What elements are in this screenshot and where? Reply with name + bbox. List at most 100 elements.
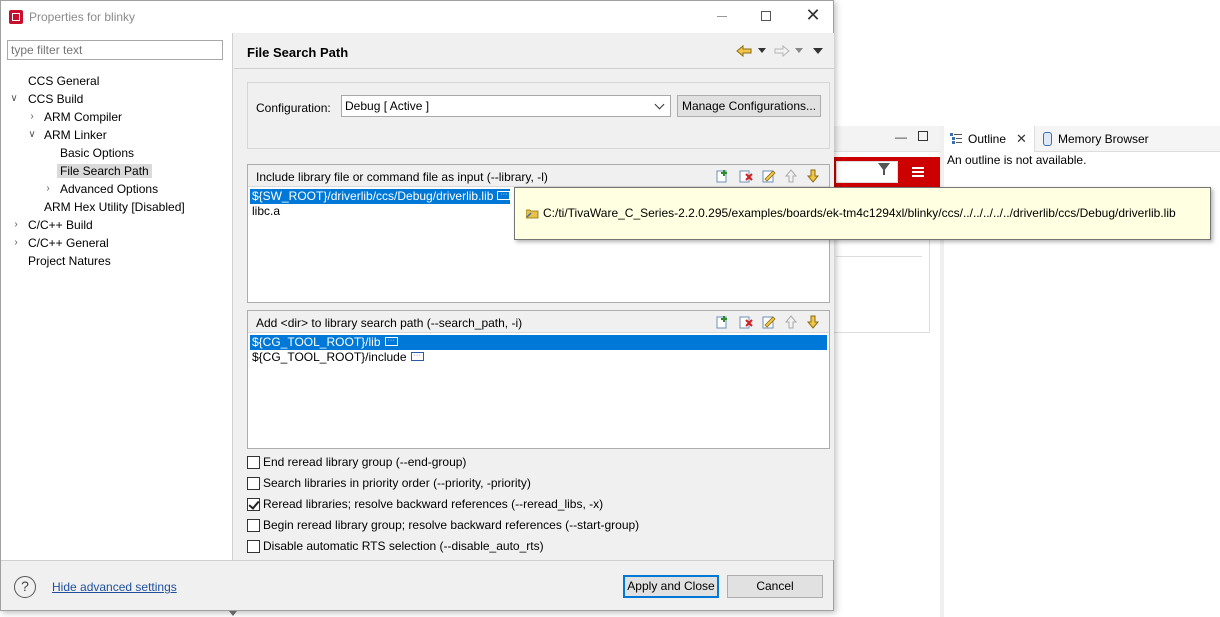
help-icon[interactable]: ? — [14, 576, 36, 598]
forward-arrow-icon[interactable] — [774, 43, 790, 59]
background-maximize-button[interactable] — [918, 131, 928, 141]
list-item-text: libc.a — [252, 204, 281, 218]
tree-item-label: CCS Build — [28, 92, 84, 106]
tree-item-label: ARM Compiler — [44, 110, 123, 124]
checkbox-label: Begin reread library group; resolve back… — [263, 518, 640, 532]
tree-item-label: C/C++ Build — [28, 218, 93, 232]
more-icon[interactable]: ··· — [410, 352, 424, 362]
checkbox[interactable] — [247, 540, 260, 553]
page-header: File Search Path — [234, 33, 834, 69]
tree-item-arm-linker[interactable]: ∨ ARM Linker — [28, 126, 110, 144]
move-down-icon[interactable] — [806, 315, 820, 329]
tree-item-arm-hex-utility[interactable]: ARM Hex Utility [Disabled] — [41, 198, 188, 216]
close-icon[interactable]: ✕ — [1016, 131, 1027, 147]
chevron-right-icon[interactable]: › — [43, 180, 53, 198]
tree-item-basic-options[interactable]: Basic Options — [57, 144, 137, 162]
checkbox-label: Search libraries in priority order (--pr… — [263, 476, 531, 490]
edit-icon[interactable] — [762, 315, 776, 329]
memory-browser-icon — [1043, 132, 1052, 146]
linked-folder-icon — [526, 209, 539, 219]
forward-dropdown-icon[interactable] — [795, 48, 803, 53]
close-button[interactable]: ✕ — [803, 5, 823, 26]
chevron-down-icon[interactable]: ∨ — [9, 90, 19, 108]
configuration-select[interactable]: Debug [ Active ] — [341, 95, 671, 117]
list-item[interactable]: ${SW_ROOT}/driverlib/ccs/Debug/driverlib… — [250, 189, 511, 204]
tab-memory-browser[interactable]: Memory Browser — [1058, 132, 1149, 146]
list-item[interactable]: libc.a — [250, 204, 280, 219]
delete-icon[interactable] — [739, 169, 753, 183]
chevron-down-icon — [654, 99, 665, 110]
list-item[interactable]: ${CG_TOOL_ROOT}/include ··· — [250, 350, 424, 365]
add-icon[interactable] — [716, 169, 730, 183]
checkbox-label: Disable automatic RTS selection (--disab… — [263, 539, 544, 553]
hamburger-menu-icon[interactable] — [912, 167, 924, 177]
outline-icon — [950, 133, 962, 144]
checkbox-label: Reread libraries; resolve backward refer… — [263, 497, 604, 511]
path-tooltip: C:/ti/TivaWare_C_Series-2.2.0.295/exampl… — [514, 187, 1211, 240]
tree-item-label: Project Natures — [28, 254, 111, 268]
filter-input[interactable] — [7, 40, 223, 60]
tree-item-label: Advanced Options — [60, 182, 159, 196]
configuration-label: Configuration: — [256, 101, 331, 115]
tree-item-project-natures[interactable]: Project Natures — [25, 252, 114, 270]
library-list-title: Include library file or command file as … — [256, 170, 548, 184]
tooltip-text: C:/ti/TivaWare_C_Series-2.2.0.295/exampl… — [543, 206, 1176, 220]
background-minimize-button[interactable]: — — [895, 130, 907, 144]
checkbox[interactable] — [247, 456, 260, 469]
library-list-header: Include library file or command file as … — [248, 165, 829, 187]
list-item[interactable]: ${CG_TOOL_ROOT}/lib ··· — [250, 335, 827, 350]
tree-item-arm-compiler[interactable]: › ARM Compiler — [30, 108, 125, 126]
more-icon[interactable]: ··· — [497, 191, 511, 201]
tree-item-ccs-build[interactable]: ∨ CCS Build — [10, 90, 86, 108]
maximize-button[interactable] — [761, 11, 771, 21]
scroll-down-icon[interactable] — [229, 611, 237, 616]
chevron-right-icon[interactable]: › — [11, 216, 21, 234]
chevron-down-icon[interactable]: ∨ — [27, 126, 37, 144]
more-icon[interactable]: ··· — [384, 337, 398, 347]
dialog-title: Properties for blinky — [29, 10, 136, 24]
move-up-icon[interactable] — [784, 315, 798, 329]
dialog-titlebar[interactable]: Properties for blinky ✕ — [1, 1, 833, 33]
property-tree-pane: CCS General ∨ CCS Build › ARM Compiler ∨… — [1, 33, 233, 560]
configuration-group: Configuration: Debug [ Active ] Manage C… — [247, 82, 830, 149]
tab-outline[interactable]: Outline ✕ — [945, 126, 1035, 152]
ccs-app-icon — [9, 10, 23, 24]
apply-and-close-button[interactable]: Apply and Close — [623, 575, 719, 598]
chevron-right-icon[interactable]: › — [27, 108, 37, 126]
tree-item-file-search-path[interactable]: File Search Path — [57, 162, 152, 180]
back-dropdown-icon[interactable] — [758, 48, 766, 53]
manage-configurations-button[interactable]: Manage Configurations... — [677, 95, 821, 117]
background-panel-divider — [836, 256, 922, 257]
minimize-button[interactable] — [717, 16, 727, 17]
checkbox[interactable] — [247, 477, 260, 490]
delete-icon[interactable] — [739, 315, 753, 329]
outline-message: An outline is not available. — [947, 153, 1087, 167]
checkbox-checked[interactable] — [247, 498, 260, 511]
tree-item-ccs-general[interactable]: CCS General — [25, 72, 102, 90]
outline-tab-bar: Outline ✕ Memory Browser — [945, 126, 1220, 152]
tree-item-cpp-build[interactable]: › C/C++ Build — [14, 216, 96, 234]
edit-icon[interactable] — [762, 169, 776, 183]
outline-tab-label: Outline — [968, 132, 1007, 146]
tree-item-label: File Search Path — [57, 164, 152, 178]
tree-item-label: ARM Linker — [44, 128, 107, 142]
tree-item-advanced-options[interactable]: › Advanced Options — [46, 180, 161, 198]
list-item-text: ${CG_TOOL_ROOT}/include — [252, 350, 407, 364]
hide-advanced-settings-link[interactable]: Hide advanced settings — [52, 580, 177, 594]
view-menu-icon[interactable] — [813, 48, 823, 54]
cancel-button[interactable]: Cancel — [727, 575, 823, 598]
move-down-icon[interactable] — [806, 169, 820, 183]
search-path-list-title: Add <dir> to library search path (--sear… — [256, 316, 523, 330]
checkbox-label: End reread library group (--end-group) — [263, 455, 467, 469]
chevron-right-icon[interactable]: › — [11, 234, 21, 252]
move-up-icon[interactable] — [784, 169, 798, 183]
tree-item-cpp-general[interactable]: › C/C++ General — [14, 234, 112, 252]
background-red-toolbar — [834, 157, 940, 187]
filter-icon[interactable] — [878, 163, 890, 175]
back-arrow-icon[interactable] — [736, 43, 752, 59]
tree-item-label: Basic Options — [60, 146, 135, 160]
add-icon[interactable] — [716, 315, 730, 329]
checkbox[interactable] — [247, 519, 260, 532]
property-page: File Search Path Configuration: Debug [ … — [234, 33, 834, 560]
tree-item-label: C/C++ General — [28, 236, 109, 250]
